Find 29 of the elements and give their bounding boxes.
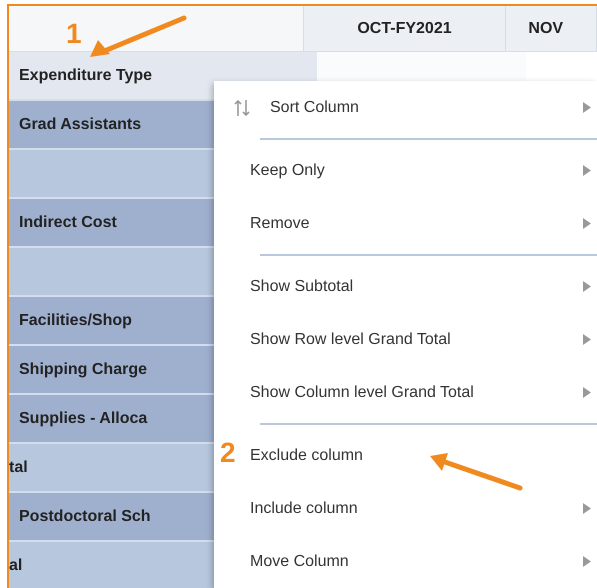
- caret-icon: [583, 334, 591, 345]
- annotation-number: 1: [66, 20, 82, 48]
- row-label: Indirect Cost: [19, 214, 117, 232]
- row-label: Supplies - Alloca: [19, 410, 148, 428]
- menu-item[interactable]: Show Column level Grand Total: [244, 366, 597, 419]
- menu-item[interactable]: Keep Only: [244, 144, 597, 197]
- caret-icon: [583, 503, 591, 514]
- menu-item[interactable]: Show Row level Grand Total: [244, 313, 597, 366]
- row-label: Shipping Charge: [19, 360, 147, 378]
- menu-item[interactable]: Move Column: [244, 535, 597, 588]
- caret-icon: [583, 281, 591, 292]
- caret-icon: [583, 218, 591, 229]
- menu-item[interactable]: Include column: [244, 482, 597, 535]
- row-label: tal: [9, 458, 28, 476]
- row-label: Facilities/Shop: [19, 312, 132, 330]
- sort-icon: [234, 98, 250, 116]
- menu-item[interactable]: Show Subtotal: [244, 260, 597, 313]
- column-header[interactable]: NOV: [506, 6, 597, 52]
- row-label: Postdoctoral Sch: [19, 508, 151, 526]
- caret-icon: [583, 387, 591, 398]
- caret-icon: [583, 556, 591, 567]
- menu-item[interactable]: Remove: [244, 197, 597, 250]
- row-label: Grad Assistants: [19, 116, 142, 134]
- row-label: al: [9, 556, 22, 574]
- annotation-number: 2: [220, 439, 236, 467]
- caret-icon: [583, 165, 591, 176]
- column-header[interactable]: OCT-FY2021: [304, 6, 506, 52]
- caret-icon: [583, 102, 591, 113]
- menu-item[interactable]: Exclude column: [244, 429, 597, 482]
